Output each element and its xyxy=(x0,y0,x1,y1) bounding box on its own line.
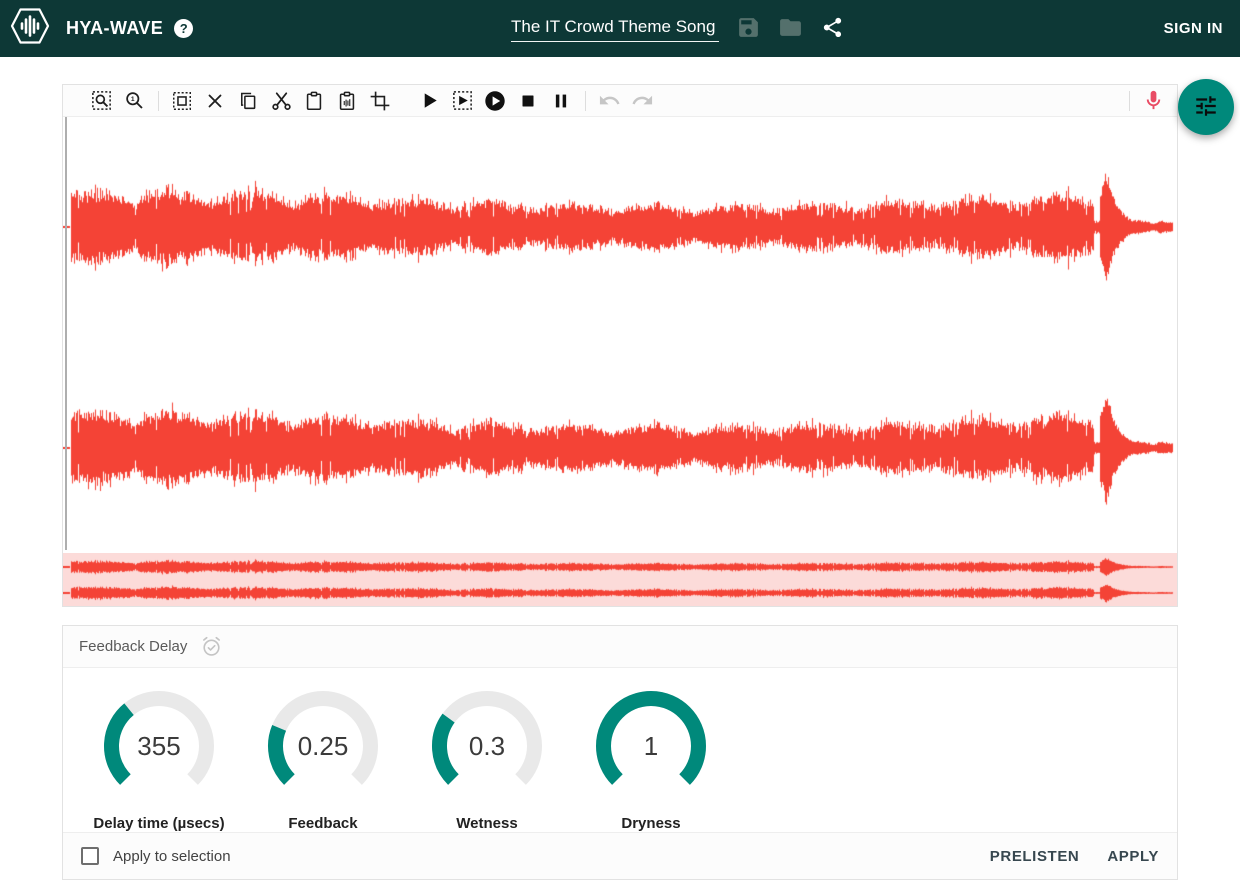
help-icon[interactable]: ? xyxy=(174,19,193,38)
folder-icon xyxy=(778,15,803,43)
select-all-icon[interactable] xyxy=(170,89,194,113)
clear-selection-icon[interactable] xyxy=(203,89,227,113)
tune-sliders-icon xyxy=(1193,93,1219,122)
knob-wetness: 0.3 Wetness xyxy=(405,690,569,832)
effect-panel-header: Feedback Delay xyxy=(63,626,1177,668)
knob-label: Dryness xyxy=(621,815,680,832)
app-name: HYA-WAVE xyxy=(66,18,163,39)
play-all-icon[interactable] xyxy=(483,89,507,113)
zoom-selection-icon[interactable] xyxy=(89,89,113,113)
track-title-input[interactable] xyxy=(511,15,719,42)
effect-panel: Feedback Delay 355 Delay time (µsecs) xyxy=(62,625,1178,880)
overview-canvas[interactable] xyxy=(63,553,1177,606)
toolbar: 1 xyxy=(63,85,1177,117)
delay-time-knob[interactable]: 355 xyxy=(103,690,215,802)
play-icon[interactable] xyxy=(417,89,441,113)
svg-text:1: 1 xyxy=(130,96,134,103)
effect-panel-footer: Apply to selection PRELISTEN APPLY xyxy=(63,832,1177,879)
alarm-check-icon xyxy=(200,635,223,658)
knob-label: Feedback xyxy=(288,815,357,832)
cut-icon[interactable] xyxy=(269,89,293,113)
apply-to-selection-label: Apply to selection xyxy=(113,848,231,865)
knob-label: Delay time (µsecs) xyxy=(93,815,224,832)
logo-hexagon-waveform-icon xyxy=(9,3,51,54)
playhead-cursor xyxy=(65,117,67,550)
app-logo xyxy=(9,3,51,54)
share-button[interactable] xyxy=(819,16,845,42)
microphone-icon[interactable] xyxy=(1140,88,1166,114)
editor-panel: 1 xyxy=(62,84,1178,607)
prelisten-button[interactable]: PRELISTEN xyxy=(990,840,1080,873)
save-button[interactable] xyxy=(735,16,761,42)
effect-title: Feedback Delay xyxy=(79,638,187,655)
knob-label: Wetness xyxy=(456,815,517,832)
feedback-knob[interactable]: 0.25 xyxy=(267,690,379,802)
waveform-canvas[interactable] xyxy=(63,117,1177,550)
toolbar-separator xyxy=(585,91,586,111)
redo-icon[interactable] xyxy=(630,89,654,113)
toolbar-right xyxy=(1119,85,1177,116)
crop-icon[interactable] xyxy=(368,89,392,113)
paste-mix-icon[interactable] xyxy=(335,89,359,113)
knob-delay-time: 355 Delay time (µsecs) xyxy=(77,690,241,832)
save-icon xyxy=(736,15,761,43)
apply-to-selection-checkbox[interactable] xyxy=(81,847,99,865)
footer-buttons: PRELISTEN APPLY xyxy=(962,840,1159,873)
copy-icon[interactable] xyxy=(236,89,260,113)
knob-dryness: 1 Dryness xyxy=(569,690,733,832)
waveform-overview[interactable] xyxy=(63,553,1177,606)
zoom-reset-icon[interactable]: 1 xyxy=(122,89,146,113)
knob-feedback: 0.25 Feedback xyxy=(241,690,405,832)
open-file-button[interactable] xyxy=(777,16,803,42)
wetness-knob[interactable]: 0.3 xyxy=(431,690,543,802)
share-icon xyxy=(821,16,844,42)
play-selection-icon[interactable] xyxy=(450,89,474,113)
paste-icon[interactable] xyxy=(302,89,326,113)
sign-in-button[interactable]: SIGN IN xyxy=(1164,20,1223,37)
waveform-display[interactable] xyxy=(63,117,1177,550)
apply-button[interactable]: APPLY xyxy=(1107,840,1159,873)
effects-fab-button[interactable] xyxy=(1178,79,1234,135)
toolbar-separator xyxy=(1129,91,1130,111)
title-group xyxy=(511,0,845,57)
toolbar-separator xyxy=(158,91,159,111)
dryness-knob[interactable]: 1 xyxy=(595,690,707,802)
stop-icon[interactable] xyxy=(516,89,540,113)
knob-row: 355 Delay time (µsecs) 0.25 Feedback 0.3 xyxy=(63,668,1177,832)
pause-icon[interactable] xyxy=(549,89,573,113)
app-header: HYA-WAVE ? SIGN IN xyxy=(0,0,1240,57)
undo-icon[interactable] xyxy=(597,89,621,113)
